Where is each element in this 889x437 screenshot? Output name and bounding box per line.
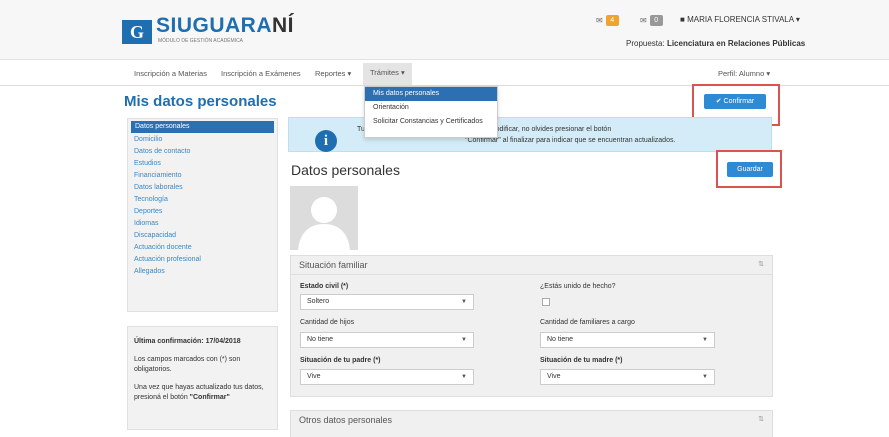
menu-item-constancias[interactable]: Solicitar Constancias y Certificados xyxy=(365,115,497,129)
app-header: G SIUGUARANÍ Módulo de gestión académica… xyxy=(0,0,889,60)
logo-mark-icon: G xyxy=(122,20,152,44)
sidebar-item-domicilio[interactable]: Domicilio xyxy=(128,134,277,146)
nav-inscripcion-materias[interactable]: Inscripción a Materias xyxy=(134,69,207,78)
estado-civil-select[interactable]: Soltero ▼ xyxy=(300,294,474,310)
menu-item-orientacion[interactable]: Orientación xyxy=(365,101,497,115)
propuesta-selector[interactable]: Propuesta: Licenciatura en Relaciones Pú… xyxy=(626,39,805,48)
caret-down-icon: ▾ xyxy=(795,15,800,24)
hijos-select[interactable]: No tiene ▼ xyxy=(300,332,474,348)
caret-down-icon: ▼ xyxy=(461,337,467,343)
required-fields-note: Los campos marcados con (*) son obligato… xyxy=(134,356,241,373)
union-checkbox[interactable] xyxy=(542,298,550,306)
padre-select[interactable]: Vive ▼ xyxy=(300,369,474,385)
menu-item-mis-datos[interactable]: Mis datos personales xyxy=(365,87,497,101)
info-alert: i Tus d... maneras, si tenés algún dato … xyxy=(288,117,772,152)
estado-civil-label: Estado civil (*) xyxy=(300,283,349,290)
sidebar-item-deportes[interactable]: Deportes xyxy=(128,206,277,218)
user-silhouette-icon xyxy=(290,186,358,250)
sidebar-item-datos-personales[interactable]: Datos personales xyxy=(131,121,274,133)
panel-header: Otros datos personales ⇅ xyxy=(299,415,764,425)
confirmation-info-box: Última confirmación: 17/04/2018 Los camp… xyxy=(127,326,278,430)
user-name: MARIA FLORENCIA STIVALA xyxy=(687,15,794,24)
messages-count: 0 xyxy=(649,14,663,26)
siu-guarani-logo[interactable]: G SIUGUARANÍ Módulo de gestión académica xyxy=(122,12,302,46)
propuesta-label: Propuesta: xyxy=(626,39,665,48)
nav-inscripcion-examenes[interactable]: Inscripción a Exámenes xyxy=(221,69,301,78)
logo-subtitle: Módulo de gestión académica xyxy=(158,38,244,44)
panel-header: Situación familiar ⇅ xyxy=(291,256,772,275)
sidebar-nav: Datos personales Domicilio Datos de cont… xyxy=(127,118,278,312)
logo-text: SIUGUARANÍ xyxy=(156,14,295,37)
tramites-dropdown: Mis datos personales Orientación Solicit… xyxy=(364,86,498,138)
caret-down-icon: ▼ xyxy=(702,337,708,343)
madre-label: Situación de tu madre (*) xyxy=(540,357,623,364)
last-confirmation: Última confirmación: 17/04/2018 xyxy=(134,338,241,345)
page-title: Mis datos personales xyxy=(124,93,277,110)
notifications-count: 4 xyxy=(605,14,619,26)
otros-datos-panel: Otros datos personales ⇅ xyxy=(290,410,773,437)
padre-label: Situación de tu padre (*) xyxy=(300,357,381,364)
caret-down-icon: ▾ xyxy=(347,69,352,78)
caret-down-icon: ▼ xyxy=(702,374,708,380)
messages-badge[interactable]: ✉ 0 xyxy=(640,14,663,26)
sidebar-item-datos-contacto[interactable]: Datos de contacto xyxy=(128,146,277,158)
madre-select[interactable]: Vive ▼ xyxy=(540,369,715,385)
union-label: ¿Estás unido de hecho? xyxy=(540,283,616,290)
highlight-box-save xyxy=(716,150,782,188)
nav-reportes[interactable]: Reportes ▾ xyxy=(315,69,351,78)
notifications-badge[interactable]: ✉ 4 xyxy=(596,14,619,26)
caret-down-icon: ▾ xyxy=(400,68,405,77)
collapse-toggle-icon[interactable]: ⇅ xyxy=(758,260,764,268)
sidebar-item-idiomas[interactable]: Idiomas xyxy=(128,218,277,230)
caret-down-icon: ▾ xyxy=(766,69,771,78)
confirm-instructions: Una vez que hayas actualizado tus datos,… xyxy=(134,384,264,401)
user-icon: ■ xyxy=(680,15,685,24)
nav-tramites[interactable]: Trámites ▾ xyxy=(363,63,412,85)
situacion-familiar-panel: Situación familiar ⇅ Estado civil (*) So… xyxy=(290,255,773,397)
collapse-toggle-icon[interactable]: ⇅ xyxy=(758,415,764,423)
propuesta-value: Licenciatura en Relaciones Públicas xyxy=(666,39,806,48)
sidebar-item-actuacion-profesional[interactable]: Actuación profesional xyxy=(128,254,277,266)
mail-icon: ✉ xyxy=(640,15,647,25)
caret-down-icon: ▼ xyxy=(461,374,467,380)
sidebar-item-datos-laborales[interactable]: Datos laborales xyxy=(128,182,277,194)
sidebar-item-tecnologia[interactable]: Tecnología xyxy=(128,194,277,206)
bell-icon: ✉ xyxy=(596,15,603,25)
sidebar-item-allegados[interactable]: Allegados xyxy=(128,266,277,278)
caret-down-icon: ▼ xyxy=(461,299,467,305)
nav-perfil[interactable]: Perfil: Alumno ▾ xyxy=(718,69,770,78)
user-menu[interactable]: ■ MARIA FLORENCIA STIVALA ▾ xyxy=(680,15,800,24)
section-title: Datos personales xyxy=(291,162,400,178)
hijos-label: Cantidad de hijos xyxy=(300,319,355,326)
familiares-label: Cantidad de familiares a cargo xyxy=(540,319,635,326)
avatar[interactable] xyxy=(290,186,358,250)
sidebar-item-estudios[interactable]: Estudios xyxy=(128,158,277,170)
main-navbar: Inscripción a Materias Inscripción a Exá… xyxy=(0,62,889,86)
sidebar-item-discapacidad[interactable]: Discapacidad xyxy=(128,230,277,242)
info-icon: i xyxy=(315,130,337,152)
sidebar-item-financiamiento[interactable]: Financiamiento xyxy=(128,170,277,182)
sidebar-item-actuacion-docente[interactable]: Actuación docente xyxy=(128,242,277,254)
familiares-select[interactable]: No tiene ▼ xyxy=(540,332,715,348)
